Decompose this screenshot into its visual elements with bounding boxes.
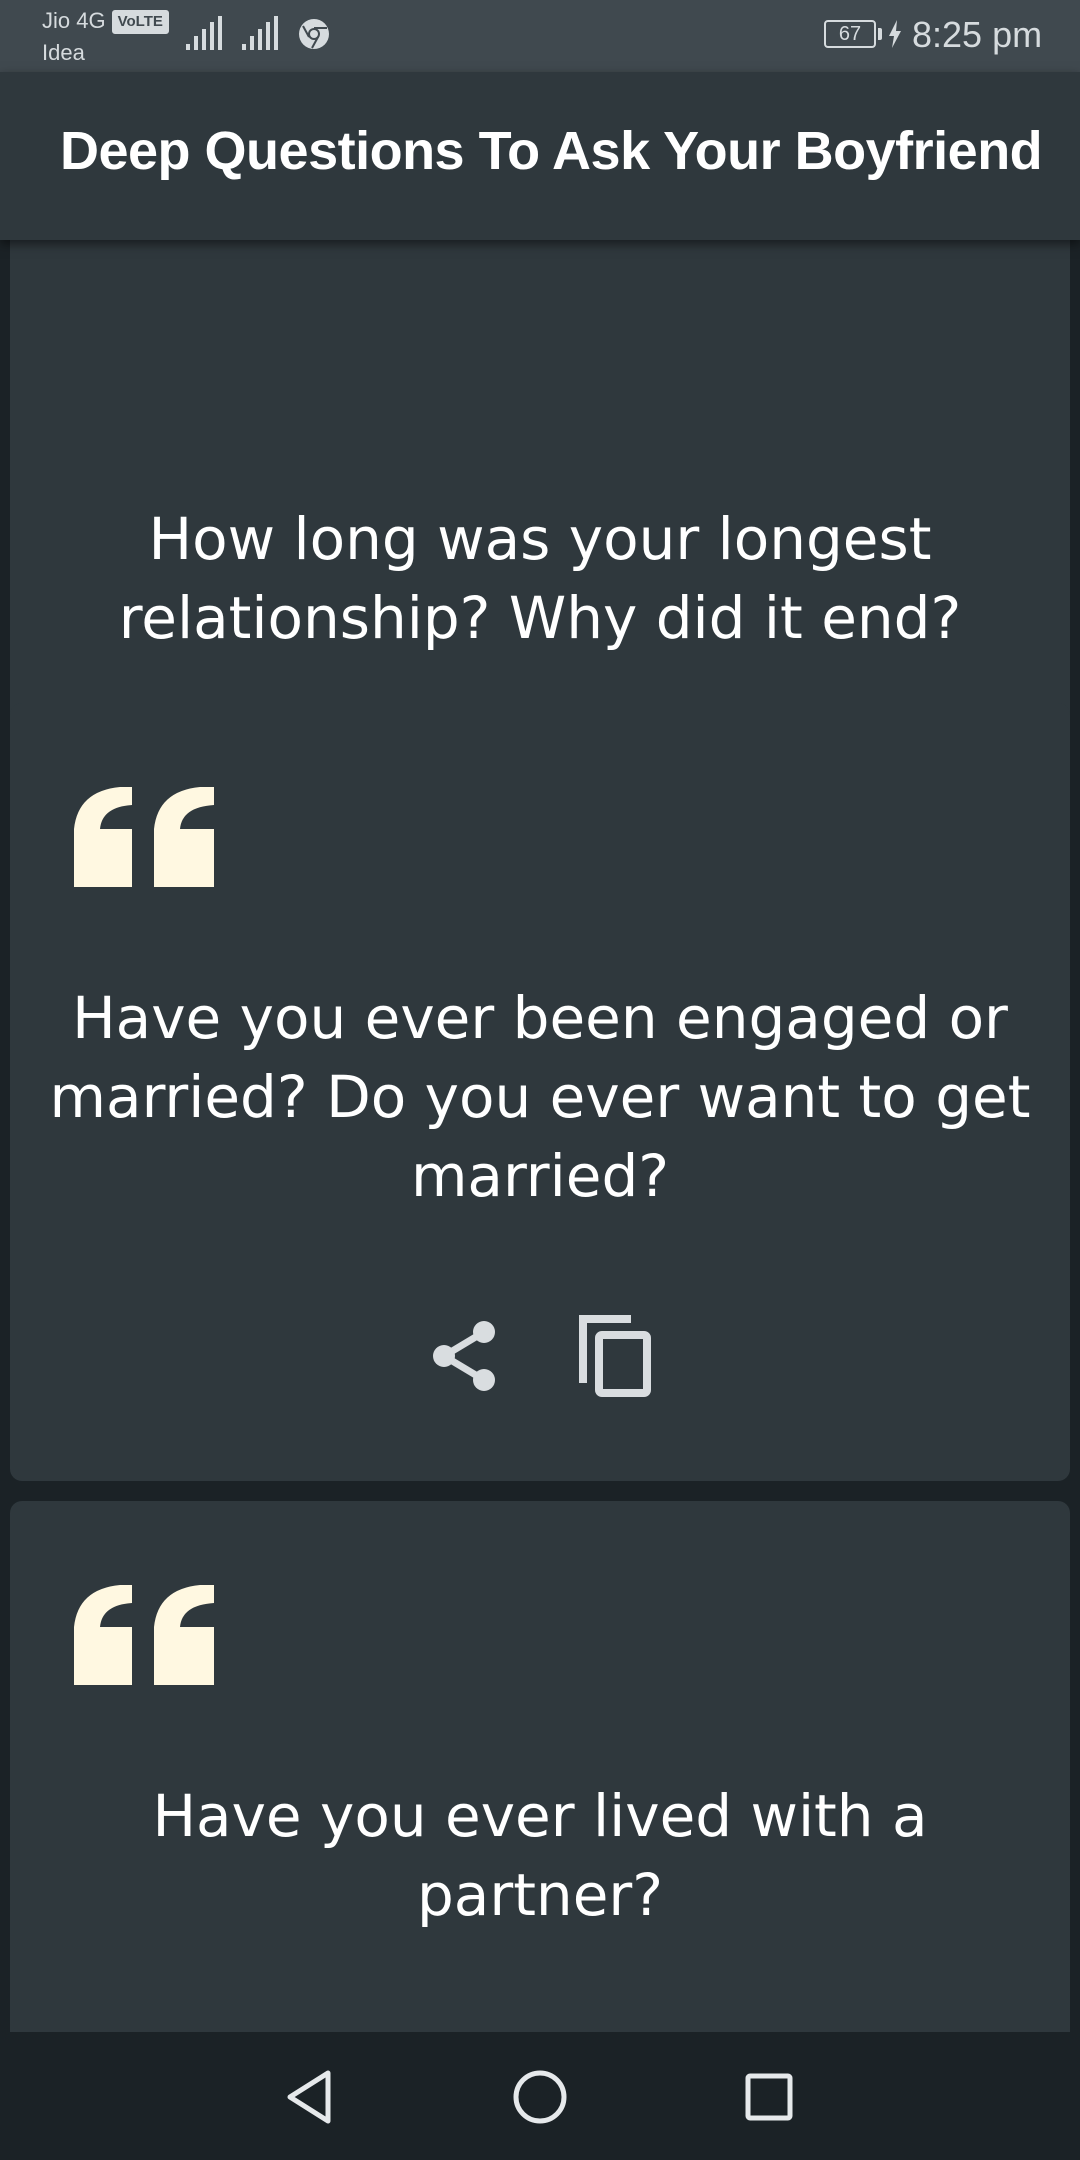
- signal-indicators: [186, 16, 330, 50]
- carrier-primary-label: Jio 4G: [42, 8, 106, 33]
- question-text: How long was your longest relationship? …: [118, 505, 962, 652]
- signal-icon: [242, 16, 278, 50]
- status-bar: Jio 4G VoLTE Idea 67 8:25 pm: [0, 0, 1080, 72]
- carrier-secondary: Idea: [42, 40, 85, 65]
- volte-badge: VoLTE: [111, 10, 169, 34]
- card-actions: [10, 1313, 1070, 1399]
- chrome-icon: [299, 19, 329, 49]
- share-button[interactable]: [425, 1313, 505, 1399]
- app-bar: Deep Questions To Ask Your Boyfriend: [0, 72, 1080, 240]
- battery-tip: [878, 28, 882, 40]
- share-icon: [433, 1321, 495, 1391]
- copy-button[interactable]: [575, 1313, 655, 1399]
- question-feed[interactable]: How long was your longest relationship? …: [0, 240, 1080, 2032]
- back-button[interactable]: [274, 2062, 344, 2132]
- navigation-bar: [0, 2032, 1080, 2160]
- copy-icon: [579, 1315, 651, 1397]
- clock: 8:25 pm: [912, 14, 1043, 55]
- back-icon: [287, 2070, 331, 2124]
- screen: Jio 4G VoLTE Idea 67 8:25 pm Deep Questi…: [0, 0, 1080, 2160]
- page-title: Deep Questions To Ask Your Boyfriend: [60, 121, 1043, 181]
- question-card: Have you ever been engaged or married? D…: [10, 703, 1070, 1481]
- signal-icon: [186, 16, 222, 50]
- question-text: Have you ever been engaged or married? D…: [49, 984, 1031, 1210]
- recents-icon: [745, 2073, 793, 2121]
- question-text: Have you ever lived with a partner?: [152, 1782, 928, 1929]
- battery-icon: 67: [824, 20, 876, 48]
- quote-icon: [74, 787, 214, 887]
- battery-indicator: 67: [824, 20, 902, 48]
- home-icon: [513, 2070, 567, 2124]
- quote-icon: [74, 1585, 214, 1685]
- home-button[interactable]: [505, 2062, 575, 2132]
- question-card: Have you ever lived with a partner?: [10, 1501, 1070, 2032]
- charging-icon: [889, 20, 901, 48]
- carrier-primary: Jio 4G VoLTE: [42, 8, 169, 34]
- recents-button[interactable]: [734, 2062, 804, 2132]
